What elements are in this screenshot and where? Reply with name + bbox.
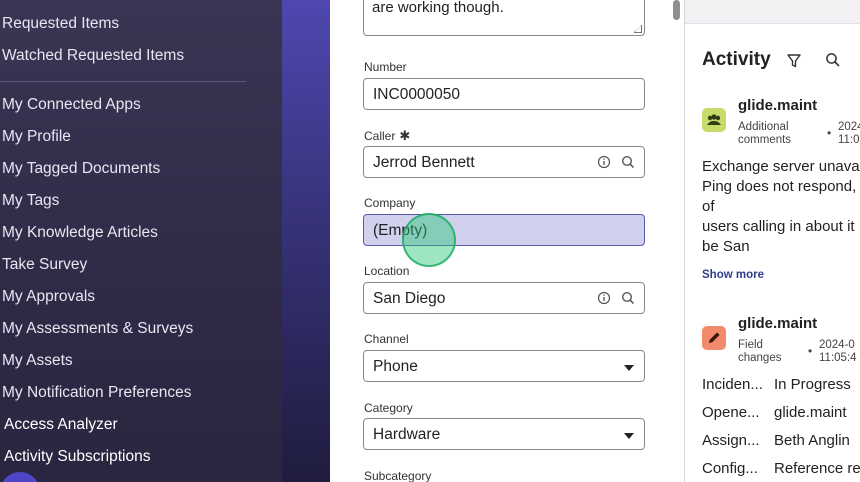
activity-time-line: 2024 — [838, 121, 860, 133]
description-text: are working though. — [372, 0, 504, 16]
filter-icon[interactable] — [785, 52, 803, 70]
activity-comment-text: Exchange server unava Ping does not resp… — [702, 157, 860, 257]
sidebar-item-access-analyzer[interactable]: Access Analyzer — [4, 416, 118, 434]
caller-label-text: Caller — [364, 129, 396, 143]
company-value: (Empty) — [373, 222, 428, 239]
comment-line: users calling in about it — [702, 218, 855, 235]
activity-top-strip — [685, 0, 860, 24]
sidebar-item-my-assets[interactable]: My Assets — [2, 352, 73, 370]
group-avatar-icon — [702, 108, 726, 132]
chevron-down-icon — [624, 365, 634, 371]
activity-type-line: changes — [738, 352, 782, 364]
sidebar-item-my-tags[interactable]: My Tags — [2, 192, 59, 210]
sidebar-item-my-profile[interactable]: My Profile — [2, 128, 71, 146]
activity-time-line: 11:0 — [838, 134, 860, 146]
activity-type-line: Additional — [738, 121, 789, 133]
sidebar-user-avatar[interactable] — [0, 472, 40, 482]
sidebar-item-requested-items[interactable]: Requested Items — [2, 15, 119, 33]
field-change-name: Config... — [702, 460, 758, 477]
sidebar-divider — [0, 81, 246, 82]
activity-user: glide.maint — [738, 97, 818, 114]
activity-type-line: comments — [738, 134, 792, 146]
caller-label: Caller ✱ — [364, 128, 410, 144]
sidebar-item-my-knowledge-articles[interactable]: My Knowledge Articles — [2, 224, 158, 242]
sidebar-item-activity-subscriptions[interactable]: Activity Subscriptions — [4, 448, 150, 466]
number-field[interactable]: INC0000050 — [363, 78, 645, 110]
category-select[interactable]: Hardware — [363, 418, 645, 450]
sidebar-item-take-survey[interactable]: Take Survey — [2, 256, 87, 274]
field-change-value: Reference re — [774, 460, 860, 477]
caller-field[interactable]: Jerrod Bennett — [363, 146, 645, 178]
comment-line: Ping does not respond, — [702, 178, 857, 195]
activity-panel: Activity glide.maint Additional comments… — [685, 0, 860, 482]
resize-handle-icon[interactable] — [634, 25, 642, 33]
sidebar-item-my-connected-apps[interactable]: My Connected Apps — [2, 96, 141, 114]
field-change-value: In Progress — [774, 376, 851, 393]
activity-time-line: 11:05:4 — [819, 352, 857, 364]
comment-line: Exchange server unava — [702, 158, 860, 175]
activity-user: glide.maint — [738, 315, 818, 332]
category-value: Hardware — [373, 426, 441, 443]
search-icon[interactable] — [620, 290, 636, 306]
required-icon: ✱ — [399, 128, 411, 143]
form-scrollbar[interactable] — [670, 0, 684, 482]
field-change-name: Inciden... — [702, 376, 763, 393]
category-label: Category — [364, 401, 413, 415]
chevron-down-icon — [624, 433, 634, 439]
activity-time-line: 2024-0 — [819, 339, 855, 351]
comment-line: be San — [702, 238, 750, 255]
field-change-value: glide.maint — [774, 404, 847, 421]
location-field[interactable]: San Diego — [363, 282, 645, 314]
incident-form: are working though. Number INC0000050 Ca… — [330, 0, 670, 482]
show-more-link[interactable]: Show more — [702, 269, 764, 281]
separator-dot: • — [827, 126, 832, 140]
activity-time: 2024 11:0 — [838, 121, 860, 147]
activity-time: 2024-0 11:05:4 — [819, 339, 857, 365]
info-icon[interactable] — [596, 290, 612, 306]
channel-label: Channel — [364, 332, 409, 346]
channel-value: Phone — [373, 358, 418, 375]
sidebar-item-my-tagged-documents[interactable]: My Tagged Documents — [2, 160, 160, 178]
activity-type-line: Field — [738, 339, 763, 351]
sidebar-item-my-assessments-surveys[interactable]: My Assessments & Surveys — [2, 320, 193, 338]
sidebar-item-watched-requested-items[interactable]: Watched Requested Items — [2, 47, 184, 65]
activity-title: Activity — [702, 49, 771, 70]
company-field[interactable]: (Empty) — [363, 214, 645, 246]
subcategory-label: Subcategory — [364, 469, 432, 482]
caller-value: Jerrod Bennett — [373, 154, 475, 171]
location-value: San Diego — [373, 290, 446, 307]
field-change-name: Opene... — [702, 404, 760, 421]
description-textarea[interactable]: are working though. — [363, 0, 645, 36]
scrollbar-thumb[interactable] — [673, 0, 680, 20]
field-change-value: Beth Anglin — [774, 432, 850, 449]
separator-dot: • — [808, 344, 813, 358]
company-label: Company — [364, 196, 416, 210]
comment-line: of — [702, 198, 715, 215]
channel-select[interactable]: Phone — [363, 350, 645, 382]
sidebar-item-my-notification-preferences[interactable]: My Notification Preferences — [2, 384, 192, 402]
info-icon[interactable] — [596, 154, 612, 170]
sidebar-nav: Requested Items Watched Requested Items … — [0, 0, 282, 482]
number-value: INC0000050 — [373, 86, 461, 103]
search-icon[interactable] — [824, 51, 842, 69]
field-change-name: Assign... — [702, 432, 760, 449]
location-label: Location — [364, 264, 410, 278]
activity-type: Additional comments — [738, 121, 791, 147]
pencil-avatar-icon — [702, 326, 726, 350]
background-band — [282, 0, 330, 482]
activity-type: Field changes — [738, 339, 781, 365]
sidebar-item-my-approvals[interactable]: My Approvals — [2, 288, 95, 306]
number-label: Number — [364, 60, 407, 74]
search-icon[interactable] — [620, 154, 636, 170]
